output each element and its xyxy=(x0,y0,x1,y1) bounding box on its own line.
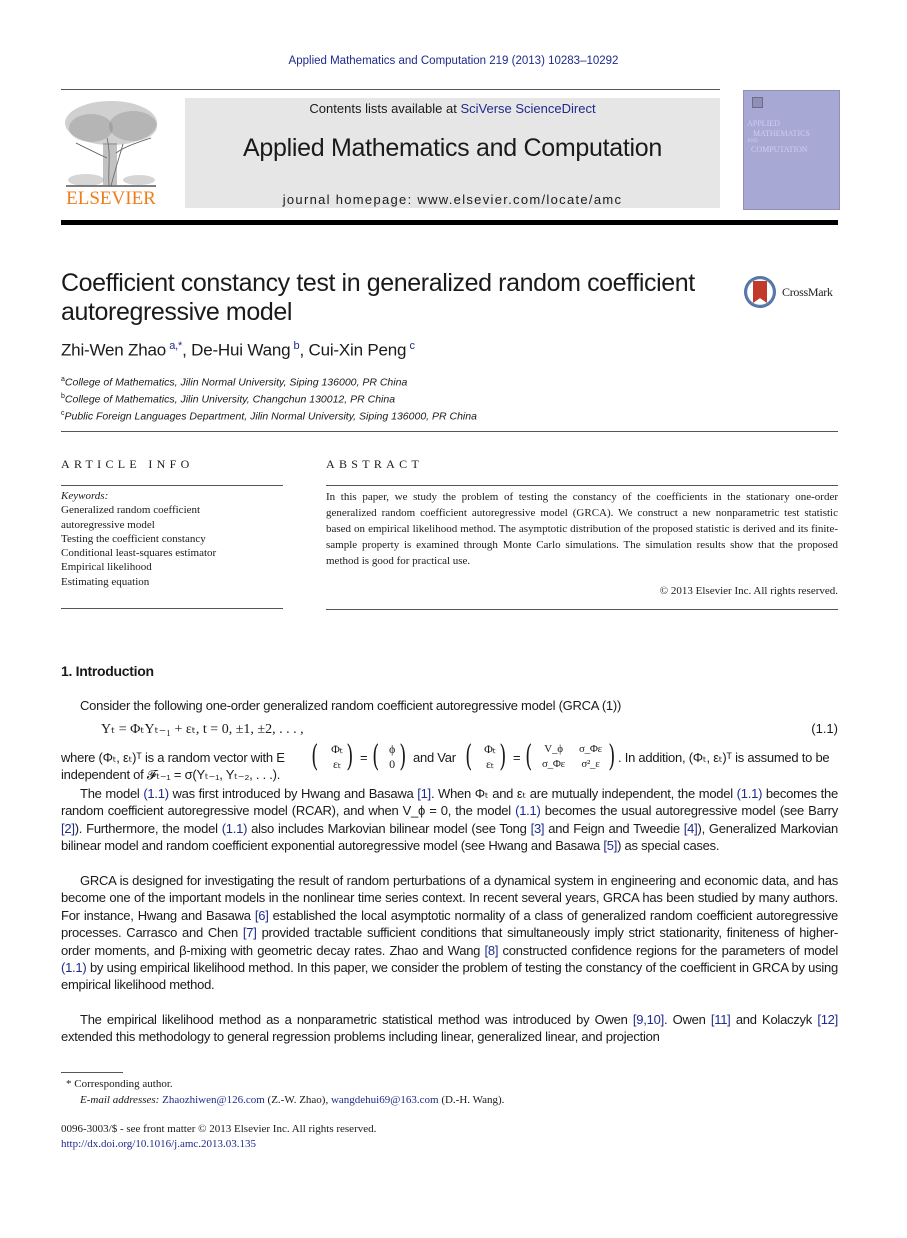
affiliations: aCollege of Mathematics, Jilin Normal Un… xyxy=(61,373,477,424)
email-link[interactable]: wangdehui69@163.com xyxy=(331,1094,439,1106)
paragraph-text: The empirical likelihood method as a non… xyxy=(80,1012,633,1027)
cover-title: APPLIED MATHEMATICS AND COMPUTATION xyxy=(747,119,810,154)
paragraph-text: becomes the usual autoregressive model (… xyxy=(540,803,838,819)
divider xyxy=(61,608,283,609)
elsevier-logo: ELSEVIER xyxy=(61,98,161,210)
section-heading-introduction: 1. Introduction xyxy=(61,663,154,679)
paragraph-text: . Owen xyxy=(663,1012,711,1027)
equation-number: (1.1) xyxy=(811,721,838,736)
abstract-copyright: © 2013 Elsevier Inc. All rights reserved… xyxy=(659,585,838,597)
issn-line: 0096-3003/$ - see front matter © 2013 El… xyxy=(61,1123,377,1135)
issn-info: 0096-3003/$ - see front matter © 2013 El… xyxy=(61,1122,376,1152)
crossmark-button[interactable]: CrossMark xyxy=(744,276,844,310)
author-affil-mark[interactable]: a,* xyxy=(169,340,182,352)
citation-link[interactable]: [9,10] xyxy=(633,1012,664,1027)
article-info-heading: ARTICLE INFO xyxy=(61,457,194,471)
paragraph-text: and Feign and Tweedie xyxy=(544,820,684,836)
citation-link[interactable]: [3] xyxy=(531,821,545,836)
keywords-block: Keywords: Generalized random coefficient… xyxy=(61,489,291,589)
footnotes: * Corresponding author. E-mail addresses… xyxy=(66,1076,504,1108)
citation-link[interactable]: (1.1) xyxy=(515,803,541,818)
independence-line: independent of 𝓕ₜ₋₁ = σ(Yₜ₋₁, Yₜ₋₂, . . … xyxy=(61,767,281,782)
paragraph-text: The model xyxy=(80,786,144,801)
sciencedirect-link[interactable]: SciVerse ScienceDirect xyxy=(460,101,595,116)
crossmark-label: CrossMark xyxy=(782,285,833,299)
affiliation: bCollege of Mathematics, Jilin Universit… xyxy=(61,393,396,406)
journal-homepage: journal homepage: www.elsevier.com/locat… xyxy=(185,192,720,207)
author-name[interactable]: Zhi-Wen Zhao xyxy=(61,341,166,360)
footnote-rule xyxy=(61,1072,123,1073)
abstract-text: In this paper, we study the problem of t… xyxy=(326,491,838,567)
citation-link[interactable]: [7] xyxy=(243,925,257,940)
paragraph-text: . When Φₜ and εₜ are mutually independen… xyxy=(430,786,737,801)
email-link[interactable]: Zhaozhiwen@126.com xyxy=(162,1094,265,1106)
paper-title: Coefficient constancy test in generalize… xyxy=(61,269,695,326)
author-name[interactable]: Cui-Xin Peng xyxy=(309,341,407,360)
citation-link[interactable]: [4] xyxy=(684,821,698,836)
keyword: Empirical likelihood xyxy=(61,561,152,574)
keyword: Generalized random coefficient autoregre… xyxy=(61,504,201,531)
paragraph-text: constructed confidence regions for the p… xyxy=(498,942,839,958)
journal-cover-thumbnail[interactable]: APPLIED MATHEMATICS AND COMPUTATION xyxy=(743,90,840,210)
keywords-label: Keywords: xyxy=(61,490,109,502)
citation-link[interactable]: (1.1) xyxy=(143,786,169,801)
keyword: Estimating equation xyxy=(61,575,150,588)
corresponding-author-note: * Corresponding author. xyxy=(66,1078,173,1090)
equation-1-1: Yₜ = ΦₜYₜ₋₁ + εₜ, t = 0, ±1, ±2, . . . ,… xyxy=(61,721,838,741)
paragraph-text: and Kolaczyk xyxy=(730,1012,818,1027)
paragraph-text: extended this methodology to general reg… xyxy=(61,1029,660,1045)
divider xyxy=(326,609,838,610)
author-affil-mark[interactable]: c xyxy=(410,340,416,352)
paragraph-text: by using empirical likelihood method. In… xyxy=(61,960,838,993)
contents-line: Contents lists available at SciVerse Sci… xyxy=(185,101,720,116)
affiliation: cPublic Foreign Languages Department, Ji… xyxy=(61,410,477,423)
paragraph-text: ). Furthermore, the model xyxy=(74,820,222,836)
paragraph: The model (1.1) was first introduced by … xyxy=(61,785,838,855)
citation-link[interactable]: [6] xyxy=(255,908,269,923)
citation-link[interactable]: (1.1) xyxy=(61,960,87,975)
paragraph-text: ) as special cases. xyxy=(617,838,720,854)
where-text: where (Φₜ, εₜ)ᵀ is a random vector with … xyxy=(61,750,285,765)
affiliation: aCollege of Mathematics, Jilin Normal Un… xyxy=(61,376,408,389)
divider xyxy=(61,485,283,486)
homepage-url[interactable]: www.elsevier.com/locate/amc xyxy=(417,192,622,207)
paragraph-text: was first introduced by Hwang and Basawa xyxy=(168,786,418,801)
citation-link[interactable]: [12] xyxy=(817,1012,838,1027)
header-rule xyxy=(61,89,720,90)
journal-title: Applied Mathematics and Computation xyxy=(243,134,662,162)
equals-sign: = xyxy=(360,750,368,765)
cover-logo-icon xyxy=(752,97,763,108)
author-affil-mark[interactable]: b xyxy=(294,340,300,352)
email-line: E-mail addresses: Zhaozhiwen@126.com (Z.… xyxy=(80,1094,505,1106)
citation-link[interactable]: [1] xyxy=(417,786,431,801)
citation-link[interactable]: (1.1) xyxy=(222,821,248,836)
paragraph: The empirical likelihood method as a non… xyxy=(61,1011,838,1046)
doi-link[interactable]: http://dx.doi.org/10.1016/j.amc.2013.03.… xyxy=(61,1138,256,1150)
divider xyxy=(61,431,838,432)
citation-link[interactable]: [2] xyxy=(61,821,75,836)
contents-prefix: Contents lists available at xyxy=(309,101,461,116)
and-var-text: and Var xyxy=(413,750,456,765)
citation-link[interactable]: [8] xyxy=(484,943,498,958)
equation-body: Yₜ = ΦₜYₜ₋₁ + εₜ, t = 0, ±1, ±2, . . . , xyxy=(101,722,304,737)
citation-link[interactable]: [11] xyxy=(711,1012,731,1027)
author-name[interactable]: De-Hui Wang xyxy=(191,341,290,360)
author-list: Zhi-Wen Zhao a,*, De-Hui Wang b, Cui-Xin… xyxy=(61,340,416,360)
journal-reference-link[interactable]: Applied Mathematics and Computation 219 … xyxy=(0,55,907,67)
where-text-continued: . In addition, (Φₜ, εₜ)ᵀ is assumed to b… xyxy=(618,750,830,765)
paragraph-text: also includes Markovian bilinear model (… xyxy=(247,820,531,836)
paragraph: Consider the following one-order general… xyxy=(80,698,622,713)
elsevier-wordmark: ELSEVIER xyxy=(66,188,156,209)
homepage-prefix: journal homepage: xyxy=(282,192,418,207)
elsevier-tree-icon xyxy=(65,101,157,187)
equals-sign: = xyxy=(513,750,521,765)
paragraph: GRCA is designed for investigating the r… xyxy=(61,872,838,994)
divider xyxy=(326,485,838,486)
keyword: Conditional least-squares estimator xyxy=(61,547,217,560)
abstract-heading: ABSTRACT xyxy=(326,457,424,471)
header-thick-rule xyxy=(61,220,838,225)
keyword: Testing the coefficient constancy xyxy=(61,532,206,545)
citation-link[interactable]: [5] xyxy=(603,838,617,853)
citation-link[interactable]: (1.1) xyxy=(737,786,763,801)
